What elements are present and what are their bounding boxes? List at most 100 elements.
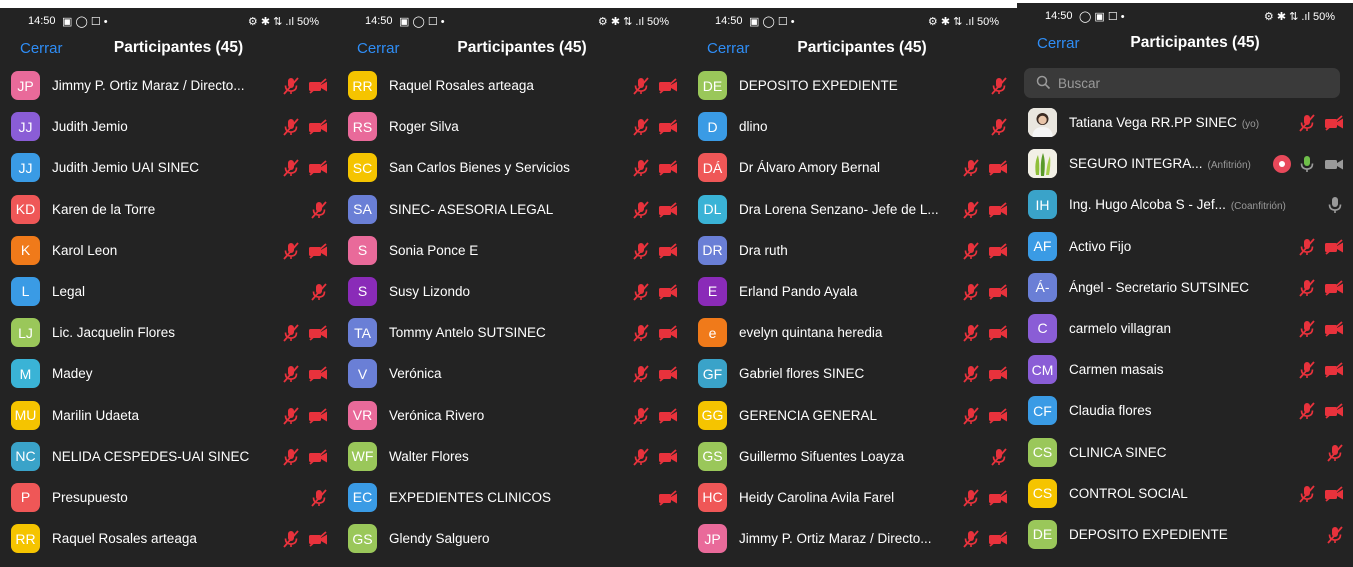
participant-row[interactable]: JJ Judith Jemio UAI SINEC: [0, 149, 337, 190]
video-off-icon[interactable]: [657, 76, 679, 96]
participant-row[interactable]: JP Jimmy P. Ortiz Maraz / Directo...: [687, 520, 1017, 561]
mic-muted-icon[interactable]: [281, 76, 301, 96]
mic-muted-icon[interactable]: [281, 323, 301, 343]
video-off-icon[interactable]: [307, 529, 329, 549]
participant-row[interactable]: TA Tommy Antelo SUTSINEC: [337, 314, 687, 355]
mic-muted-icon[interactable]: [281, 158, 301, 178]
mic-muted-icon[interactable]: [631, 200, 651, 220]
mic-muted-icon[interactable]: [1297, 237, 1317, 257]
mic-muted-icon[interactable]: [309, 200, 329, 220]
participant-row[interactable]: e evelyn quintana heredia: [687, 314, 1017, 355]
video-off-icon[interactable]: [1323, 319, 1345, 339]
participant-row[interactable]: IH Ing. Hugo Alcoba S - Jef... (Coanfitrió…: [1017, 186, 1353, 227]
mic-muted-icon[interactable]: [631, 76, 651, 96]
mic-muted-icon[interactable]: [961, 529, 981, 549]
participant-row[interactable]: NC NELIDA CESPEDES-UAI SINEC: [0, 438, 337, 479]
mic-muted-icon[interactable]: [281, 241, 301, 261]
participant-row[interactable]: JJ Judith Jemio: [0, 108, 337, 149]
participant-row[interactable]: VR Verónica Rivero: [337, 397, 687, 438]
participant-row[interactable]: GG GERENCIA GENERAL: [687, 397, 1017, 438]
video-off-icon[interactable]: [307, 117, 329, 137]
mic-muted-icon[interactable]: [1297, 278, 1317, 298]
participant-row[interactable]: AF Activo Fijo: [1017, 228, 1353, 269]
mic-muted-icon[interactable]: [631, 241, 651, 261]
video-off-icon[interactable]: [987, 158, 1009, 178]
participant-row[interactable]: CM Carmen masais: [1017, 351, 1353, 392]
video-off-icon[interactable]: [307, 447, 329, 467]
mic-muted-icon[interactable]: [309, 282, 329, 302]
participant-row[interactable]: P Presupuesto: [0, 479, 337, 520]
participant-row[interactable]: DE DEPOSITO EXPEDIENTE: [687, 67, 1017, 108]
mic-muted-icon[interactable]: [961, 282, 981, 302]
participant-row[interactable]: S Susy Lizondo: [337, 273, 687, 314]
participant-row[interactable]: DÁ Dr Álvaro Amory Bernal: [687, 149, 1017, 190]
participant-row[interactable]: L Legal: [0, 273, 337, 314]
video-off-icon[interactable]: [987, 282, 1009, 302]
mic-muted-icon[interactable]: [961, 323, 981, 343]
participant-row[interactable]: E Erland Pando Ayala: [687, 273, 1017, 314]
participant-row[interactable]: GF Gabriel flores SINEC: [687, 355, 1017, 396]
mic-muted-icon[interactable]: [1297, 360, 1317, 380]
video-off-icon[interactable]: [307, 76, 329, 96]
participant-row[interactable]: RS Roger Silva: [337, 108, 687, 149]
video-off-icon[interactable]: [657, 241, 679, 261]
mic-muted-icon[interactable]: [961, 364, 981, 384]
mic-muted-icon[interactable]: [961, 158, 981, 178]
mic-muted-icon[interactable]: [961, 406, 981, 426]
video-off-icon[interactable]: [657, 117, 679, 137]
participant-row[interactable]: EC EXPEDIENTES CLINICOS: [337, 479, 687, 520]
mic-muted-icon[interactable]: [1297, 319, 1317, 339]
participant-row[interactable]: HC Heidy Carolina Avila Farel: [687, 479, 1017, 520]
participant-row[interactable]: WF Walter Flores: [337, 438, 687, 479]
participant-row[interactable]: KD Karen de la Torre: [0, 191, 337, 232]
mic-muted-icon[interactable]: [631, 158, 651, 178]
video-off-icon[interactable]: [657, 447, 679, 467]
participant-row[interactable]: GS Glendy Salguero: [337, 520, 687, 561]
mic-on-icon[interactable]: [1297, 154, 1317, 174]
mic-muted-icon[interactable]: [631, 406, 651, 426]
video-off-icon[interactable]: [987, 200, 1009, 220]
video-off-icon[interactable]: [657, 323, 679, 343]
video-off-icon[interactable]: [307, 241, 329, 261]
mic-muted-icon[interactable]: [961, 488, 981, 508]
participant-row[interactable]: SEGURO INTEGRA... (Anfitrión): [1017, 145, 1353, 186]
participant-row[interactable]: MU Marilin Udaeta: [0, 397, 337, 438]
participant-row[interactable]: JP Jimmy P. Ortiz Maraz / Directo...: [0, 67, 337, 108]
mic-muted-icon[interactable]: [989, 76, 1009, 96]
participant-row[interactable]: DL Dra Lorena Senzano- Jefe de L...: [687, 191, 1017, 232]
video-off-icon[interactable]: [657, 282, 679, 302]
video-off-icon[interactable]: [1323, 401, 1345, 421]
video-off-icon[interactable]: [1323, 278, 1345, 298]
search-input[interactable]: [1058, 68, 1308, 98]
participant-row[interactable]: CF Claudia flores: [1017, 392, 1353, 433]
video-off-icon[interactable]: [1323, 113, 1345, 133]
mic-muted-icon[interactable]: [1325, 443, 1345, 463]
mic-muted-icon[interactable]: [961, 241, 981, 261]
participant-row[interactable]: RR Raquel Rosales arteaga: [0, 520, 337, 561]
participant-row[interactable]: Tatiana Vega RR.PP SINEC (yo): [1017, 104, 1353, 145]
participant-row[interactable]: CS CONTROL SOCIAL: [1017, 475, 1353, 516]
participant-row[interactable]: LJ Lic. Jacquelin Flores: [0, 314, 337, 355]
participant-row[interactable]: SC San Carlos Bienes y Servicios: [337, 149, 687, 190]
mic-muted-icon[interactable]: [1297, 113, 1317, 133]
participant-row[interactable]: CS CLINICA SINEC: [1017, 434, 1353, 475]
video-off-icon[interactable]: [987, 488, 1009, 508]
video-off-icon[interactable]: [987, 529, 1009, 549]
participant-row[interactable]: DE DEPOSITO EXPEDIENTE: [1017, 516, 1353, 557]
video-off-icon[interactable]: [987, 364, 1009, 384]
video-off-icon[interactable]: [987, 406, 1009, 426]
video-off-icon[interactable]: [987, 323, 1009, 343]
participant-row[interactable]: Ddlino: [687, 108, 1017, 149]
mic-muted-icon[interactable]: [281, 406, 301, 426]
mic-muted-icon[interactable]: [309, 488, 329, 508]
video-off-icon[interactable]: [307, 406, 329, 426]
video-off-icon[interactable]: [307, 364, 329, 384]
video-off-icon[interactable]: [1323, 484, 1345, 504]
mic-muted-icon[interactable]: [281, 447, 301, 467]
video-off-icon[interactable]: [987, 241, 1009, 261]
participant-row[interactable]: RR Raquel Rosales arteaga: [337, 67, 687, 108]
mic-muted-icon[interactable]: [631, 364, 651, 384]
search-bar[interactable]: [1024, 68, 1340, 98]
participant-row[interactable]: GS Guillermo Sifuentes Loayza: [687, 438, 1017, 479]
mic-on-icon[interactable]: [1325, 195, 1345, 215]
